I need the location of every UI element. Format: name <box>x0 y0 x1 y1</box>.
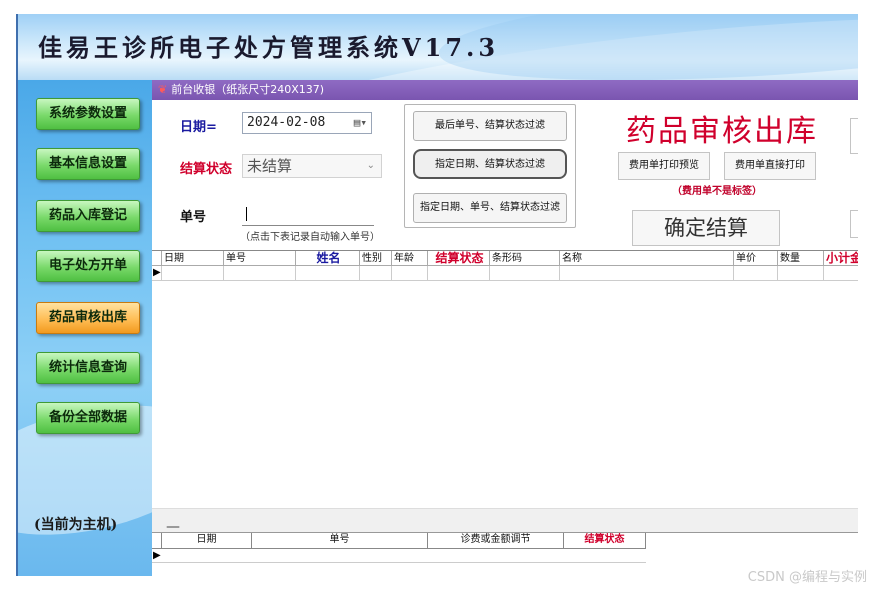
detail-col-number[interactable]: 单号 <box>252 533 428 548</box>
detail-col-date[interactable]: 日期 <box>162 533 252 548</box>
number-label: 单号 <box>180 210 207 225</box>
detail-col-fee[interactable]: 诊费或金额调节 <box>428 533 564 548</box>
filter-last-number-button[interactable]: 最后单号、结算状态过滤 <box>413 111 567 141</box>
date-input[interactable]: 2024-02-08 ▤▾ <box>242 112 372 134</box>
detail-row[interactable]: ▶ <box>152 548 646 563</box>
nav-prescription[interactable]: 电子处方开单 <box>36 250 140 282</box>
filter-date-number-status-button[interactable]: 指定日期、单号、结算状态过滤 <box>413 193 567 223</box>
col-age[interactable]: 年龄 <box>392 251 428 267</box>
col-name[interactable]: 姓名 <box>296 251 360 267</box>
filter-date-status-button[interactable]: 指定日期、结算状态过滤 <box>413 149 567 179</box>
filter-group: 最后单号、结算状态过滤 指定日期、结算状态过滤 指定日期、单号、结算状态过滤 <box>404 104 576 228</box>
number-hint: （点击下表记录自动输入单号） <box>240 232 380 243</box>
col-price[interactable]: 单价 <box>734 251 778 267</box>
form-area: 日期= 2024-02-08 ▤▾ 结算状态 未结算 ⌄ 单号 （点击下表记录自… <box>152 100 858 250</box>
col-quantity[interactable]: 数量 <box>778 251 824 267</box>
col-barcode[interactable]: 条形码 <box>490 251 560 267</box>
table-row[interactable]: ▶ <box>152 266 858 281</box>
nav-basic-info[interactable]: 基本信息设置 <box>36 148 140 180</box>
detail-col-status[interactable]: 结算状态 <box>564 533 646 548</box>
status-select[interactable]: 未结算 ⌄ <box>242 154 382 178</box>
sidebar: 系统参数设置 基本信息设置 药品入库登记 电子处方开单 药品审核出库 统计信息查… <box>18 80 152 576</box>
tab-label: 前台收银（纸张尺寸240X137) <box>171 83 325 96</box>
header-banner: 佳易王诊所电子处方管理系统V17.3 <box>18 14 858 80</box>
detail-row-pointer-icon: ▶ <box>153 550 161 561</box>
tab-cashier[interactable]: ❦ 前台收银（纸张尺寸240X137) <box>152 80 858 100</box>
nav-stock-in[interactable]: 药品入库登记 <box>36 200 140 232</box>
print-preview-button[interactable]: 费用单打印预览 <box>618 152 710 180</box>
date-value: 2024-02-08 <box>247 115 326 130</box>
main-panel: ❦ 前台收银（纸张尺寸240X137) 日期= 2024-02-08 ▤▾ 结算状… <box>152 80 858 576</box>
host-status: (当前为主机) <box>34 517 118 533</box>
confirm-settle-button[interactable]: 确定结算 <box>632 210 780 246</box>
chevron-down-icon: ⌄ <box>366 160 375 171</box>
nav-system-settings[interactable]: 系统参数设置 <box>36 98 140 130</box>
edge-button[interactable] <box>850 210 858 238</box>
col-gender[interactable]: 性别 <box>360 251 392 267</box>
page-title: 药品审核出库 <box>626 114 818 149</box>
col-number[interactable]: 单号 <box>224 251 296 267</box>
nav-backup[interactable]: 备份全部数据 <box>36 402 140 434</box>
nav-statistics[interactable]: 统计信息查询 <box>36 352 140 384</box>
app-window: 佳易王诊所电子处方管理系统V17.3 系统参数设置 基本信息设置 药品入库登记 … <box>16 14 858 576</box>
print-note: （费用单不是标签） <box>672 186 762 197</box>
main-table-header: 日期 单号 姓名 性别 年龄 结算状态 条形码 名称 单价 数量 小计金 <box>152 250 858 267</box>
date-label: 日期= <box>180 120 217 135</box>
calendar-icon[interactable]: ▤▾ <box>354 113 367 133</box>
edge-input[interactable] <box>850 118 858 154</box>
main-table: 日期 单号 姓名 性别 年龄 结算状态 条形码 名称 单价 数量 小计金 ▶ <box>152 250 858 281</box>
print-direct-button[interactable]: 费用单直接打印 <box>724 152 816 180</box>
col-status[interactable]: 结算状态 <box>428 251 490 267</box>
col-date[interactable]: 日期 <box>162 251 224 267</box>
app-title: 佳易王诊所电子处方管理系统V17.3 <box>38 33 500 62</box>
col-drug-name[interactable]: 名称 <box>560 251 734 267</box>
status-label: 结算状态 <box>180 162 233 177</box>
number-input[interactable] <box>242 204 374 226</box>
leaf-icon: ❦ <box>158 83 168 96</box>
watermark: CSDN @编程与实例 <box>747 570 867 585</box>
status-value: 未结算 <box>247 157 293 175</box>
col-subtotal[interactable]: 小计金 <box>824 251 858 267</box>
nav-audit-out[interactable]: 药品审核出库 <box>36 302 140 334</box>
